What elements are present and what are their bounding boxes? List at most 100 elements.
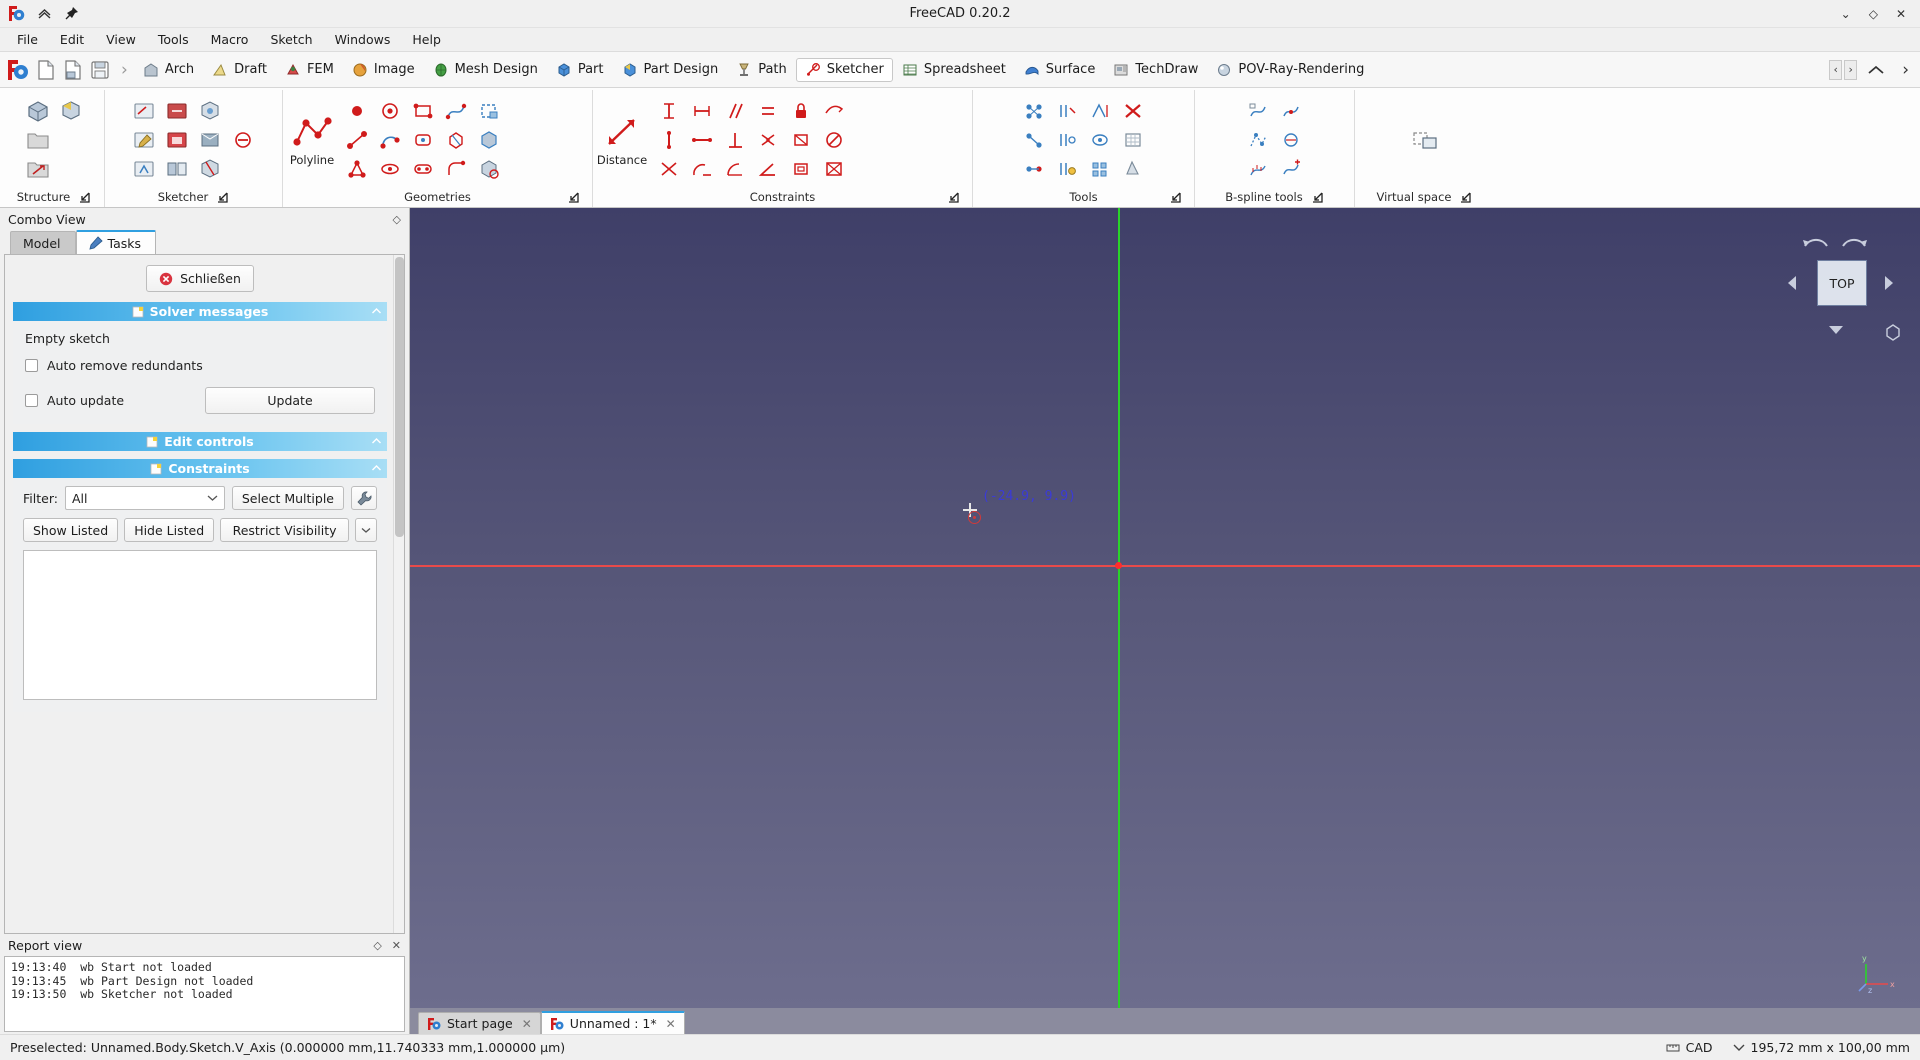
constrain-perpendicular-button[interactable] [719,126,750,154]
workbench-tab-surface[interactable]: Surface [1015,58,1105,82]
document-tab-close-icon[interactable]: ✕ [666,1017,676,1031]
structure-dialog-launcher-icon[interactable] [78,191,91,204]
link-variant-button[interactable] [55,126,86,154]
constrain-block-button[interactable] [785,126,816,154]
convert-to-nurbs-button[interactable] [1276,126,1307,154]
create-bspline-button[interactable] [440,97,471,125]
menu-view[interactable]: View [95,29,147,50]
show-bspline-degree-button[interactable] [1243,97,1274,125]
workbench-tab-part-design[interactable]: Part Design [613,58,728,82]
increase-bspline-degree-button[interactable] [1276,155,1307,183]
create-oval-slot-button[interactable] [407,155,438,183]
constrain-horizontal-button[interactable] [686,126,717,154]
workbench-tab-povray-rendering[interactable]: POV-Ray-Rendering [1207,58,1373,82]
tab-tasks[interactable]: Tasks [75,230,157,254]
create-rounded-rectangle-button[interactable] [407,126,438,154]
menu-file[interactable]: File [6,29,49,50]
close-sketch-button[interactable]: Schließen [146,265,254,292]
switch-virtual-space-button[interactable] [1409,126,1440,154]
constraints-dialog-launcher-icon[interactable] [947,191,960,204]
3d-viewport[interactable]: (-24.9, 9.9) TOP y x z [410,208,1920,1008]
menu-macro[interactable]: Macro [200,29,260,50]
constrain-horizontal-distance-button[interactable] [686,97,717,125]
tab-model[interactable]: Model [10,231,76,254]
virtual-space-dialog-launcher-icon[interactable] [1459,191,1472,204]
merge-sketch-button[interactable] [129,155,160,183]
close-button[interactable]: ✕ [1896,7,1906,21]
edit-sketch-button[interactable] [129,126,160,154]
reorient-sketch-button[interactable] [162,97,193,125]
navcube-rotate-left-arc-icon[interactable] [1801,230,1831,250]
constrain-vertical-distance-button[interactable] [653,97,684,125]
navcube-arrow-down-icon[interactable] [1827,323,1845,337]
menu-sketch[interactable]: Sketch [259,29,323,50]
workbench-tab-part[interactable]: Part [547,58,613,82]
workbench-tab-image[interactable]: Image [343,58,424,82]
tools-dialog-launcher-icon[interactable] [1169,191,1182,204]
save-document-icon[interactable] [89,59,111,81]
show-listed-button[interactable]: Show Listed [23,518,119,542]
create-circle-button[interactable] [374,97,405,125]
edit-controls-header[interactable]: Edit controls [13,432,387,451]
constrain-vertical-button[interactable] [653,126,684,154]
create-rectangle-button[interactable] [407,97,438,125]
document-tab-unnamed[interactable]: Unnamed : 1* ✕ [540,1011,685,1034]
create-polygon-button[interactable] [440,126,471,154]
update-button[interactable]: Update [205,387,375,414]
toggle-driving-constraint-button[interactable] [818,97,849,125]
create-construction-geometry-button[interactable] [473,155,504,183]
create-sketch-button[interactable] [129,97,160,125]
constraints-header[interactable]: Constraints [13,459,387,478]
constrain-parallel-button[interactable] [719,97,750,125]
workbench-scroll-left-button[interactable]: ‹ [1829,59,1843,80]
constrain-angle-button[interactable] [752,155,783,183]
show-bspline-control-polygon-button[interactable] [1243,126,1274,154]
validate-sketch-button[interactable] [162,126,193,154]
toggle-construction-geometry-button[interactable] [473,97,504,125]
bspline-dialog-launcher-icon[interactable] [1311,191,1324,204]
sketch-grid-button[interactable] [1118,126,1149,154]
menu-help[interactable]: Help [401,29,452,50]
workbench-tab-draft[interactable]: Draft [203,58,276,82]
navcube-top-face[interactable]: TOP [1817,260,1867,306]
menu-edit[interactable]: Edit [49,29,95,50]
constrain-lock-button[interactable] [785,97,816,125]
auto-update-row[interactable]: Auto update Update [25,387,375,414]
float-icon[interactable]: ◇ [373,939,381,952]
create-line-button[interactable] [341,126,372,154]
select-elements-button[interactable] [1019,97,1050,125]
auto-remove-redundants-checkbox[interactable] [25,359,38,372]
workbench-tab-techdraw[interactable]: TechDraw [1104,58,1207,82]
constrain-arc-angle-button[interactable] [719,155,750,183]
constrain-snells-law-button[interactable] [818,126,849,154]
geometries-dialog-launcher-icon[interactable] [567,191,580,204]
open-document-icon[interactable] [62,59,84,81]
show-bspline-comb-button[interactable] [1243,155,1274,183]
restrict-visibility-button[interactable]: Restrict Visibility [220,518,349,542]
constraints-settings-button[interactable] [351,486,377,510]
workbench-tab-mesh-design[interactable]: Mesh Design [424,58,547,82]
tasks-scrollbar-thumb[interactable] [395,257,404,537]
make-link-button[interactable] [22,155,53,183]
tasks-scrollbar[interactable] [393,255,404,933]
solver-messages-header[interactable]: Solver messages [13,302,387,321]
restrict-visibility-dropdown-button[interactable] [355,518,377,542]
workbench-tab-sketcher[interactable]: Sketcher [795,57,893,82]
view-section-button[interactable] [195,155,226,183]
sketch-rendering-order-button[interactable] [1118,155,1149,183]
new-document-icon[interactable] [35,59,57,81]
constraints-collapse-icon[interactable] [371,463,382,474]
collapse-ribbon-icon[interactable] [37,6,52,21]
menu-windows[interactable]: Windows [324,29,402,50]
create-fillet-button[interactable] [440,155,471,183]
workbench-tab-path[interactable]: Path [727,58,796,82]
solver-collapse-icon[interactable] [371,306,382,317]
select-associated-button[interactable] [1052,126,1083,154]
leave-sketch-button[interactable] [228,126,259,154]
document-tab-close-icon[interactable]: ✕ [522,1017,532,1031]
hide-listed-button[interactable]: Hide Listed [124,518,215,542]
symmetry-tool-button[interactable] [1085,97,1116,125]
rectangular-array-button[interactable] [1085,155,1116,183]
navcube-rotate-right-arc-icon[interactable] [1839,230,1869,250]
menu-tools[interactable]: Tools [147,29,200,50]
